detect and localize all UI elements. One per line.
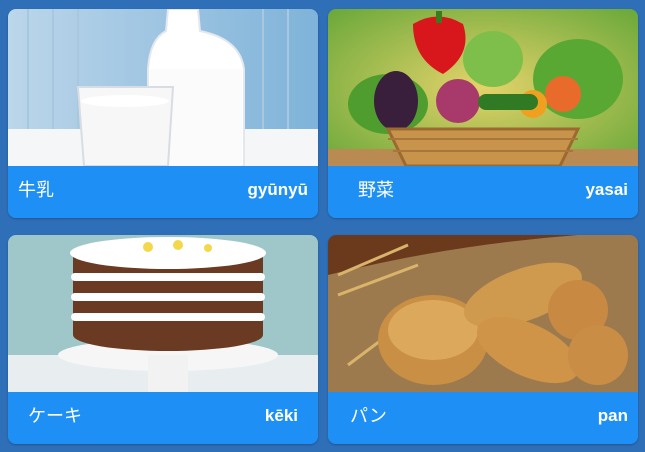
card-caption: 牛乳 gyūnyū — [8, 166, 318, 218]
vocab-card-cake[interactable]: ケーキ kēki — [8, 235, 318, 444]
milk-photo — [8, 9, 318, 166]
japanese-word: 牛乳 — [18, 180, 54, 201]
romaji-word: gyūnyū — [247, 180, 308, 199]
romaji-word: kēki — [264, 406, 298, 425]
romaji-word: yasai — [585, 180, 628, 199]
japanese-word: パン — [350, 406, 387, 427]
cake-photo — [8, 235, 318, 392]
card-caption: ケーキ kēki — [8, 392, 318, 444]
vocab-card-bread[interactable]: パン pan — [328, 235, 638, 444]
card-caption: 野菜 yasai — [328, 166, 638, 218]
vocab-card-vegetables[interactable]: 野菜 yasai — [328, 9, 638, 218]
romaji-word: pan — [597, 406, 628, 425]
japanese-word: ケーキ — [28, 406, 82, 427]
vocabulary-grid: 牛乳 gyūnyū 野菜 yasai ケーキ kēki パン pan — [0, 0, 645, 452]
vocab-card-milk[interactable]: 牛乳 gyūnyū — [8, 9, 318, 218]
bread-photo — [328, 235, 638, 392]
japanese-word: 野菜 — [358, 180, 394, 201]
vegetables-photo — [328, 9, 638, 166]
card-caption: パン pan — [328, 392, 638, 444]
